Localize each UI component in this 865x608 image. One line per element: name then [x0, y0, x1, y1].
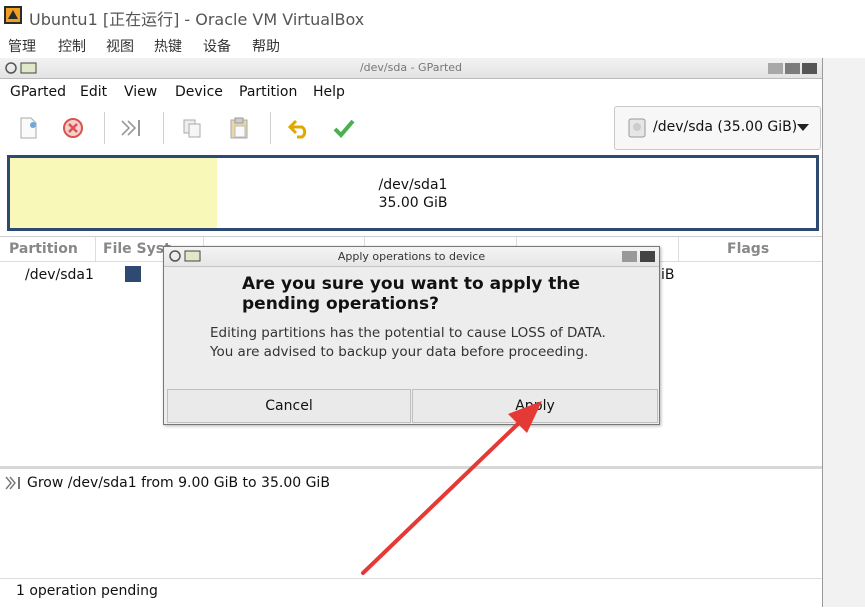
- gparted-menu-bar: GParted Edit View Device Partition Help: [0, 80, 822, 104]
- host-menu-bar: 管理 控制 视图 热键 设备 帮助: [0, 34, 865, 56]
- resize-move-icon[interactable]: [118, 114, 146, 142]
- gparted-title-bar: /dev/sda - GParted: [0, 58, 822, 79]
- copy-icon[interactable]: [178, 114, 206, 142]
- maximize-button[interactable]: [785, 63, 800, 74]
- row-size-tail: iB: [661, 267, 675, 283]
- list-item[interactable]: Grow /dev/sda1 from 9.00 GiB to 35.00 Gi…: [0, 473, 822, 493]
- host-menu-hotkey[interactable]: 热键: [154, 36, 182, 56]
- dialog-close-button[interactable]: [640, 251, 655, 262]
- device-selector-label: /dev/sda (35.00 GiB): [653, 119, 798, 135]
- status-bar: 1 operation pending: [0, 578, 822, 608]
- menu-gparted[interactable]: GParted: [10, 84, 66, 100]
- column-flags[interactable]: Flags: [727, 241, 769, 257]
- dialog-heading: Are you sure you want to apply the pendi…: [242, 274, 581, 314]
- menu-help[interactable]: Help: [313, 84, 345, 100]
- apply-confirmation-dialog: Apply operations to device Are you sure …: [163, 246, 660, 425]
- dialog-title: Apply operations to device: [337, 250, 486, 263]
- dialog-title-bar: Apply operations to device: [164, 247, 659, 267]
- dialog-advice-line: You are advised to backup your data befo…: [210, 344, 589, 360]
- partition-visual-bar[interactable]: /dev/sda1 35.00 GiB: [7, 155, 819, 231]
- hard-disk-icon: [628, 118, 646, 138]
- menu-device[interactable]: Device: [175, 84, 223, 100]
- partition-bar-name: /dev/sda1: [378, 177, 448, 193]
- row-partition-name: /dev/sda1: [25, 267, 94, 283]
- new-icon[interactable]: [14, 114, 42, 142]
- virtualbox-logo-icon: [4, 6, 22, 24]
- host-window-title: Ubuntu1 [正在运行] - Oracle VM VirtualBox: [29, 10, 365, 29]
- apply-icon[interactable]: [330, 114, 358, 142]
- filesystem-color-swatch: [125, 266, 141, 282]
- host-menu-devices[interactable]: 设备: [203, 36, 231, 56]
- host-background-strip: [823, 58, 865, 607]
- chevron-down-icon: [797, 124, 809, 131]
- cancel-button[interactable]: Cancel: [167, 389, 411, 423]
- resize-move-icon: [5, 476, 20, 490]
- menu-partition[interactable]: Partition: [239, 84, 297, 100]
- operation-text: Grow /dev/sda1 from 9.00 GiB to 35.00 Gi…: [27, 475, 330, 491]
- host-title-bar: Ubuntu1 [正在运行] - Oracle VM VirtualBox: [0, 0, 865, 32]
- dialog-warning-line: Editing partitions has the potential to …: [210, 325, 606, 341]
- column-partition[interactable]: Partition: [9, 241, 78, 257]
- device-selector[interactable]: /dev/sda (35.00 GiB): [614, 106, 821, 150]
- operations-list: Grow /dev/sda1 from 9.00 GiB to 35.00 Gi…: [0, 469, 822, 574]
- status-text: 1 operation pending: [16, 583, 158, 599]
- close-button[interactable]: [802, 63, 817, 74]
- dialog-minimize-button[interactable]: [622, 251, 637, 262]
- column-filesystem[interactable]: File Syst: [103, 241, 171, 257]
- delete-icon[interactable]: [59, 114, 87, 142]
- apply-button[interactable]: Apply: [412, 389, 658, 423]
- menu-view[interactable]: View: [124, 84, 157, 100]
- host-menu-control[interactable]: 控制: [58, 36, 86, 56]
- menu-edit[interactable]: Edit: [80, 84, 107, 100]
- host-menu-manage[interactable]: 管理: [8, 36, 36, 56]
- partition-used-space: [10, 158, 217, 228]
- undo-icon[interactable]: [285, 114, 313, 142]
- dialog-message: Editing partitions has the potential to …: [210, 324, 650, 362]
- host-menu-help[interactable]: 帮助: [252, 36, 280, 56]
- paste-icon[interactable]: [225, 114, 253, 142]
- host-menu-view[interactable]: 视图: [106, 36, 134, 56]
- gparted-window-title: /dev/sda - GParted: [359, 61, 463, 74]
- minimize-button[interactable]: [768, 63, 783, 74]
- partition-bar-size: 35.00 GiB: [378, 195, 448, 211]
